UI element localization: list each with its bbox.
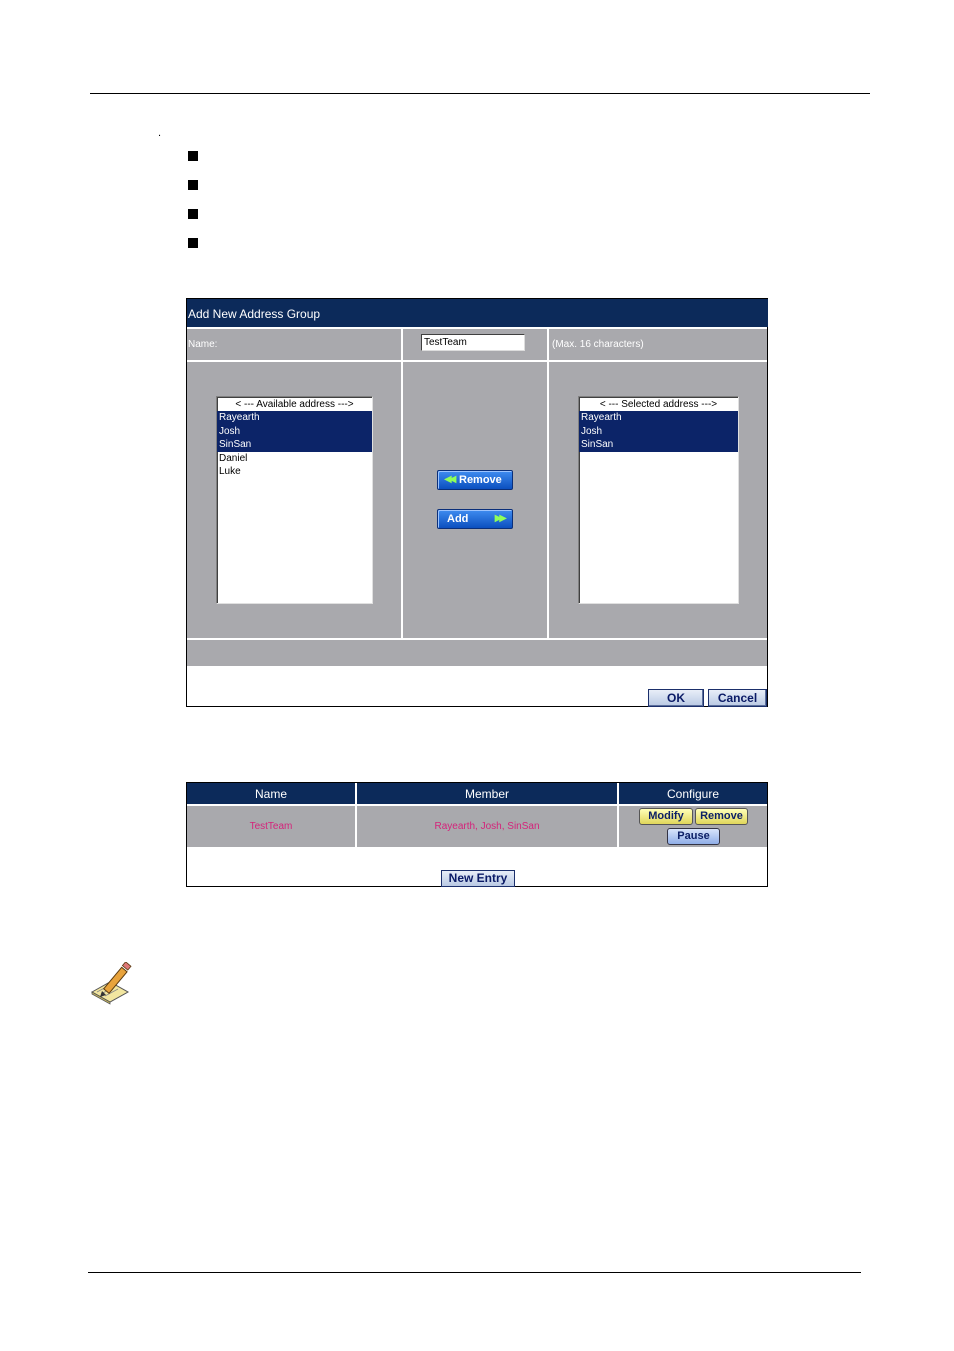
modify-button[interactable]: Modify [639, 808, 693, 825]
lead-dot: . [158, 127, 162, 139]
top-rule [90, 93, 870, 94]
double-chevron-left-icon: ◀◀ [444, 474, 457, 485]
new-entry-button[interactable]: New Entry [441, 870, 515, 887]
available-list-header: < --- Available address ---> [235, 399, 354, 410]
pause-button[interactable]: Pause [667, 828, 720, 845]
name-input[interactable] [421, 334, 525, 351]
cancel-button[interactable]: Cancel [708, 689, 767, 707]
remove-group-button[interactable]: Remove [695, 808, 748, 825]
square-bullet-icon [188, 209, 198, 219]
remove-button[interactable]: ◀◀ Remove [437, 470, 513, 490]
table-row-member: Rayearth, Josh, SinSan [357, 806, 617, 847]
list-item[interactable]: Josh [579, 424, 738, 438]
name-label: Name: [187, 329, 401, 360]
selected-list-header: < --- Selected address ---> [599, 399, 718, 410]
buttons-cell [403, 362, 547, 638]
square-bullet-icon [188, 180, 198, 190]
square-bullet-icon [188, 238, 198, 248]
selected-address-list[interactable]: < --- Selected address ---> Rayearth Jos… [578, 396, 739, 604]
remove-button-label: Remove [459, 474, 502, 486]
address-group-table: Name Member Configure TestTeam Rayearth,… [186, 782, 768, 887]
list-item[interactable]: Rayearth [579, 411, 738, 425]
bottom-rule [88, 1272, 861, 1273]
list-item[interactable]: Luke [217, 465, 372, 479]
pencil-note-icon [90, 962, 132, 1005]
list-item[interactable]: SinSan [579, 438, 738, 452]
add-address-group-panel: Add New Address Group Name: (Max. 16 cha… [186, 298, 768, 707]
list-item[interactable]: Josh [217, 424, 372, 438]
available-address-list[interactable]: < --- Available address ---> Rayearth Jo… [216, 396, 373, 604]
ok-button[interactable]: OK [648, 689, 704, 707]
column-header-member: Member [357, 783, 617, 804]
add-button-label: Add [447, 513, 469, 525]
panel-title: Add New Address Group [187, 299, 768, 327]
column-header-name: Name [187, 783, 355, 804]
list-item[interactable]: Daniel [217, 452, 372, 466]
add-button[interactable]: Add ▶▶ [437, 509, 513, 529]
column-header-configure: Configure [619, 783, 767, 804]
blank-row [187, 640, 767, 666]
list-item[interactable]: SinSan [217, 438, 372, 452]
square-bullet-icon [188, 151, 198, 161]
list-item[interactable]: Rayearth [217, 411, 372, 425]
name-hint: (Max. 16 characters) [549, 329, 767, 360]
double-chevron-right-icon: ▶▶ [494, 513, 508, 524]
table-row-name: TestTeam [187, 806, 355, 847]
